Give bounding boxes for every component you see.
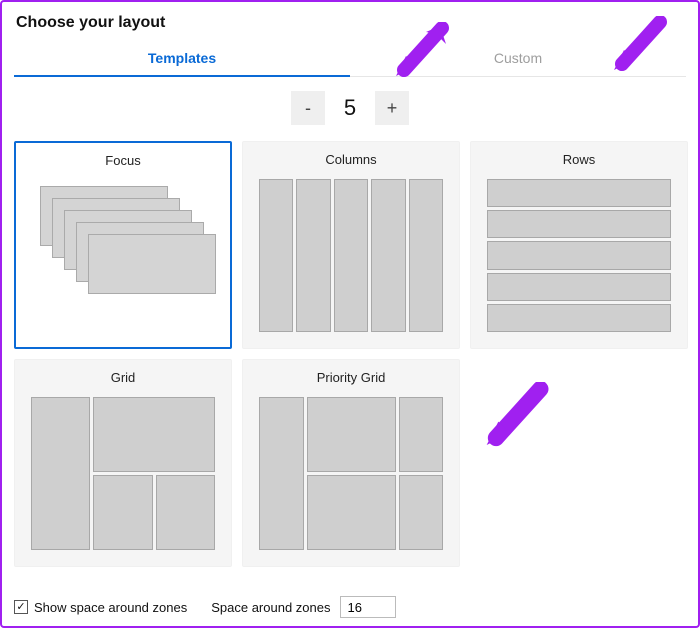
template-preview bbox=[471, 173, 687, 348]
page-title: Choose your layout bbox=[14, 12, 686, 42]
space-label: Space around zones bbox=[211, 600, 330, 615]
template-preview bbox=[243, 391, 459, 566]
template-label: Columns bbox=[243, 142, 459, 173]
zone-count-stepper: - 5 + bbox=[14, 77, 686, 135]
increment-button[interactable]: + bbox=[375, 91, 409, 125]
template-label: Focus bbox=[16, 143, 230, 174]
template-rows[interactable]: Rows bbox=[470, 141, 688, 349]
layout-editor-panel: Choose your layout Templates Custom - 5 … bbox=[0, 0, 700, 628]
footer-controls: ✓ Show space around zones Space around z… bbox=[14, 596, 686, 618]
template-focus[interactable]: Focus bbox=[14, 141, 232, 349]
template-preview bbox=[16, 174, 230, 347]
show-space-checkbox[interactable]: ✓ Show space around zones bbox=[14, 600, 187, 615]
template-label: Grid bbox=[15, 360, 231, 391]
template-preview bbox=[15, 391, 231, 566]
template-label: Rows bbox=[471, 142, 687, 173]
checkbox-icon: ✓ bbox=[14, 600, 28, 614]
template-grid-layout[interactable]: Grid bbox=[14, 359, 232, 567]
template-columns[interactable]: Columns bbox=[242, 141, 460, 349]
template-preview bbox=[243, 173, 459, 348]
tab-templates[interactable]: Templates bbox=[14, 42, 350, 76]
space-around-zones-field: Space around zones bbox=[211, 596, 396, 618]
template-label: Priority Grid bbox=[243, 360, 459, 391]
space-input[interactable] bbox=[340, 596, 396, 618]
tab-custom[interactable]: Custom bbox=[350, 42, 686, 76]
template-grid: Focus Columns bbox=[14, 135, 686, 567]
show-space-label: Show space around zones bbox=[34, 600, 187, 615]
zone-count-value: 5 bbox=[331, 95, 369, 121]
template-priority-grid[interactable]: Priority Grid bbox=[242, 359, 460, 567]
decrement-button[interactable]: - bbox=[291, 91, 325, 125]
tabs: Templates Custom bbox=[14, 42, 686, 77]
